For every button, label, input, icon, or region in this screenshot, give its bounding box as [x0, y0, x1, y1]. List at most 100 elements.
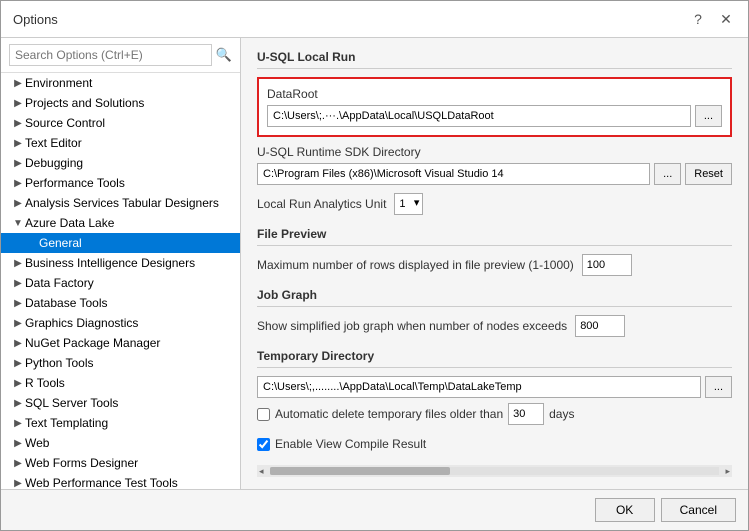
- sidebar-item-label-database-tools: Database Tools: [25, 295, 108, 311]
- usql-section: U-SQL Local Run DataRoot ... U-SQL Runti…: [257, 50, 732, 215]
- tree-arrow-web-performance: [11, 478, 25, 489]
- sidebar-item-nuget-package-manager[interactable]: NuGet Package Manager: [1, 333, 240, 353]
- sidebar-item-web-performance[interactable]: Web Performance Test Tools: [1, 473, 240, 489]
- sidebar-item-web-forms-designer[interactable]: Web Forms Designer: [1, 453, 240, 473]
- sidebar-item-label-r-tools: R Tools: [25, 375, 65, 391]
- sidebar-item-label-azure-data-lake: Azure Data Lake: [25, 215, 114, 231]
- sidebar-item-label-source-control: Source Control: [25, 115, 105, 131]
- sidebar-item-label-nuget-package-manager: NuGet Package Manager: [25, 335, 160, 351]
- dataroot-input[interactable]: [267, 105, 691, 127]
- tree-arrow-sql-server-tools: [11, 398, 25, 409]
- local-run-dropdown[interactable]: 1 2 4 8: [394, 193, 423, 215]
- sidebar-item-label-sql-server-tools: SQL Server Tools: [25, 395, 118, 411]
- title-bar-left: Options: [13, 12, 58, 27]
- search-box: 🔍: [1, 38, 240, 73]
- enable-view-label: Enable View Compile Result: [275, 437, 426, 451]
- sidebar-item-label-text-editor: Text Editor: [25, 135, 82, 151]
- tree-container[interactable]: EnvironmentProjects and Solutions Source …: [1, 73, 240, 489]
- sidebar-item-web[interactable]: Web: [1, 433, 240, 453]
- tree-arrow-database-tools: [11, 298, 25, 309]
- horizontal-scrollbar[interactable]: ◂ ▸: [257, 465, 732, 477]
- scroll-track: [270, 467, 720, 475]
- runtime-sdk-reset-button[interactable]: Reset: [685, 163, 732, 185]
- sidebar-item-text-editor[interactable]: Text Editor: [1, 133, 240, 153]
- tree-arrow-environment: [11, 78, 25, 89]
- sidebar-item-data-factory[interactable]: Data Factory: [1, 273, 240, 293]
- job-graph-row: Show simplified job graph when number of…: [257, 315, 732, 337]
- days-input[interactable]: [508, 403, 544, 425]
- enable-view-row: Enable View Compile Result: [257, 437, 732, 451]
- tree-arrow-performance-tools: [11, 178, 25, 189]
- scroll-left-arrow[interactable]: ◂: [257, 466, 266, 477]
- dataroot-label: DataRoot: [267, 87, 722, 101]
- sidebar-item-label-text-templating: Text Templating: [25, 415, 108, 431]
- sidebar-item-source-control[interactable]: Source Control: [1, 113, 240, 133]
- local-run-section: Local Run Analytics Unit 1 2 4 8: [257, 193, 732, 215]
- days-label: days: [549, 407, 574, 421]
- right-panel: U-SQL Local Run DataRoot ... U-SQL Runti…: [241, 38, 748, 489]
- file-preview-row: Maximum number of rows displayed in file…: [257, 254, 732, 276]
- sidebar-item-label-debugging: Debugging: [25, 155, 83, 171]
- usql-section-title: U-SQL Local Run: [257, 50, 732, 64]
- title-bar: Options ? ✕: [1, 1, 748, 38]
- sidebar-item-label-python-tools: Python Tools: [25, 355, 94, 371]
- sidebar-item-label-web-performance: Web Performance Test Tools: [25, 475, 178, 489]
- cancel-button[interactable]: Cancel: [661, 498, 736, 522]
- sidebar-item-r-tools[interactable]: R Tools: [1, 373, 240, 393]
- tree-arrow-data-factory: [11, 278, 25, 289]
- auto-delete-row: Automatic delete temporary files older t…: [257, 403, 732, 425]
- runtime-sdk-section: U-SQL Runtime SDK Directory ... Reset: [257, 145, 732, 185]
- tree-arrow-web: [11, 438, 25, 449]
- sidebar-item-label-business-intelligence: Business Intelligence Designers: [25, 255, 195, 271]
- job-graph-section: Job Graph Show simplified job graph when…: [257, 288, 732, 337]
- sidebar-item-graphics-diagnostics[interactable]: Graphics Diagnostics: [1, 313, 240, 333]
- options-dialog: Options ? ✕ 🔍 EnvironmentProjects and So…: [0, 0, 749, 531]
- local-run-dropdown-wrapper: 1 2 4 8: [394, 193, 423, 215]
- tree-arrow-python-tools: [11, 358, 25, 369]
- temp-dir-section: Temporary Directory ... Automatic delete…: [257, 349, 732, 425]
- sidebar-item-debugging[interactable]: Debugging: [1, 153, 240, 173]
- file-preview-input[interactable]: [582, 254, 632, 276]
- auto-delete-checkbox[interactable]: [257, 408, 270, 421]
- sidebar-item-label-graphics-diagnostics: Graphics Diagnostics: [25, 315, 138, 331]
- scroll-thumb[interactable]: [270, 467, 450, 475]
- sidebar-item-python-tools[interactable]: Python Tools: [1, 353, 240, 373]
- sidebar-item-database-tools[interactable]: Database Tools: [1, 293, 240, 313]
- sidebar-item-environment[interactable]: Environment: [1, 73, 240, 93]
- tree-arrow-debugging: [11, 158, 25, 169]
- file-preview-section: File Preview Maximum number of rows disp…: [257, 227, 732, 276]
- sidebar-item-projects-solutions[interactable]: Projects and Solutions: [1, 93, 240, 113]
- sidebar-item-business-intelligence[interactable]: Business Intelligence Designers: [1, 253, 240, 273]
- sidebar-item-analysis-services[interactable]: Analysis Services Tabular Designers: [1, 193, 240, 213]
- dialog-title: Options: [13, 12, 58, 27]
- job-graph-input[interactable]: [575, 315, 625, 337]
- temp-dir-browse-button[interactable]: ...: [705, 376, 732, 398]
- dataroot-row: ...: [267, 105, 722, 127]
- local-run-row: Local Run Analytics Unit 1 2 4 8: [257, 193, 732, 215]
- job-graph-label: Show simplified job graph when number of…: [257, 319, 567, 333]
- title-bar-right: ? ✕: [688, 9, 736, 29]
- runtime-sdk-browse-button[interactable]: ...: [654, 163, 681, 185]
- runtime-sdk-label: U-SQL Runtime SDK Directory: [257, 145, 732, 159]
- ok-button[interactable]: OK: [595, 498, 655, 522]
- tree-arrow-web-forms-designer: [11, 458, 25, 469]
- close-button[interactable]: ✕: [716, 9, 736, 29]
- temp-dir-input[interactable]: [257, 376, 701, 398]
- runtime-sdk-input[interactable]: [257, 163, 650, 185]
- sidebar-item-text-templating[interactable]: Text Templating: [1, 413, 240, 433]
- sidebar-item-label-data-factory: Data Factory: [25, 275, 94, 291]
- search-input[interactable]: [9, 44, 212, 66]
- dataroot-browse-button[interactable]: ...: [695, 105, 722, 127]
- left-panel: 🔍 EnvironmentProjects and Solutions Sourc…: [1, 38, 241, 489]
- scroll-right-arrow[interactable]: ▸: [723, 466, 732, 477]
- dialog-body: 🔍 EnvironmentProjects and Solutions Sourc…: [1, 38, 748, 489]
- sidebar-item-sql-server-tools[interactable]: SQL Server Tools: [1, 393, 240, 413]
- job-graph-title: Job Graph: [257, 288, 732, 302]
- tree-arrow-analysis-services: [11, 198, 25, 209]
- enable-view-checkbox[interactable]: [257, 438, 270, 451]
- dialog-footer: OK Cancel: [1, 489, 748, 530]
- sidebar-item-performance-tools[interactable]: Performance Tools: [1, 173, 240, 193]
- sidebar-item-general[interactable]: General: [1, 233, 240, 253]
- help-button[interactable]: ?: [688, 9, 708, 29]
- sidebar-item-azure-data-lake[interactable]: Azure Data Lake: [1, 213, 240, 233]
